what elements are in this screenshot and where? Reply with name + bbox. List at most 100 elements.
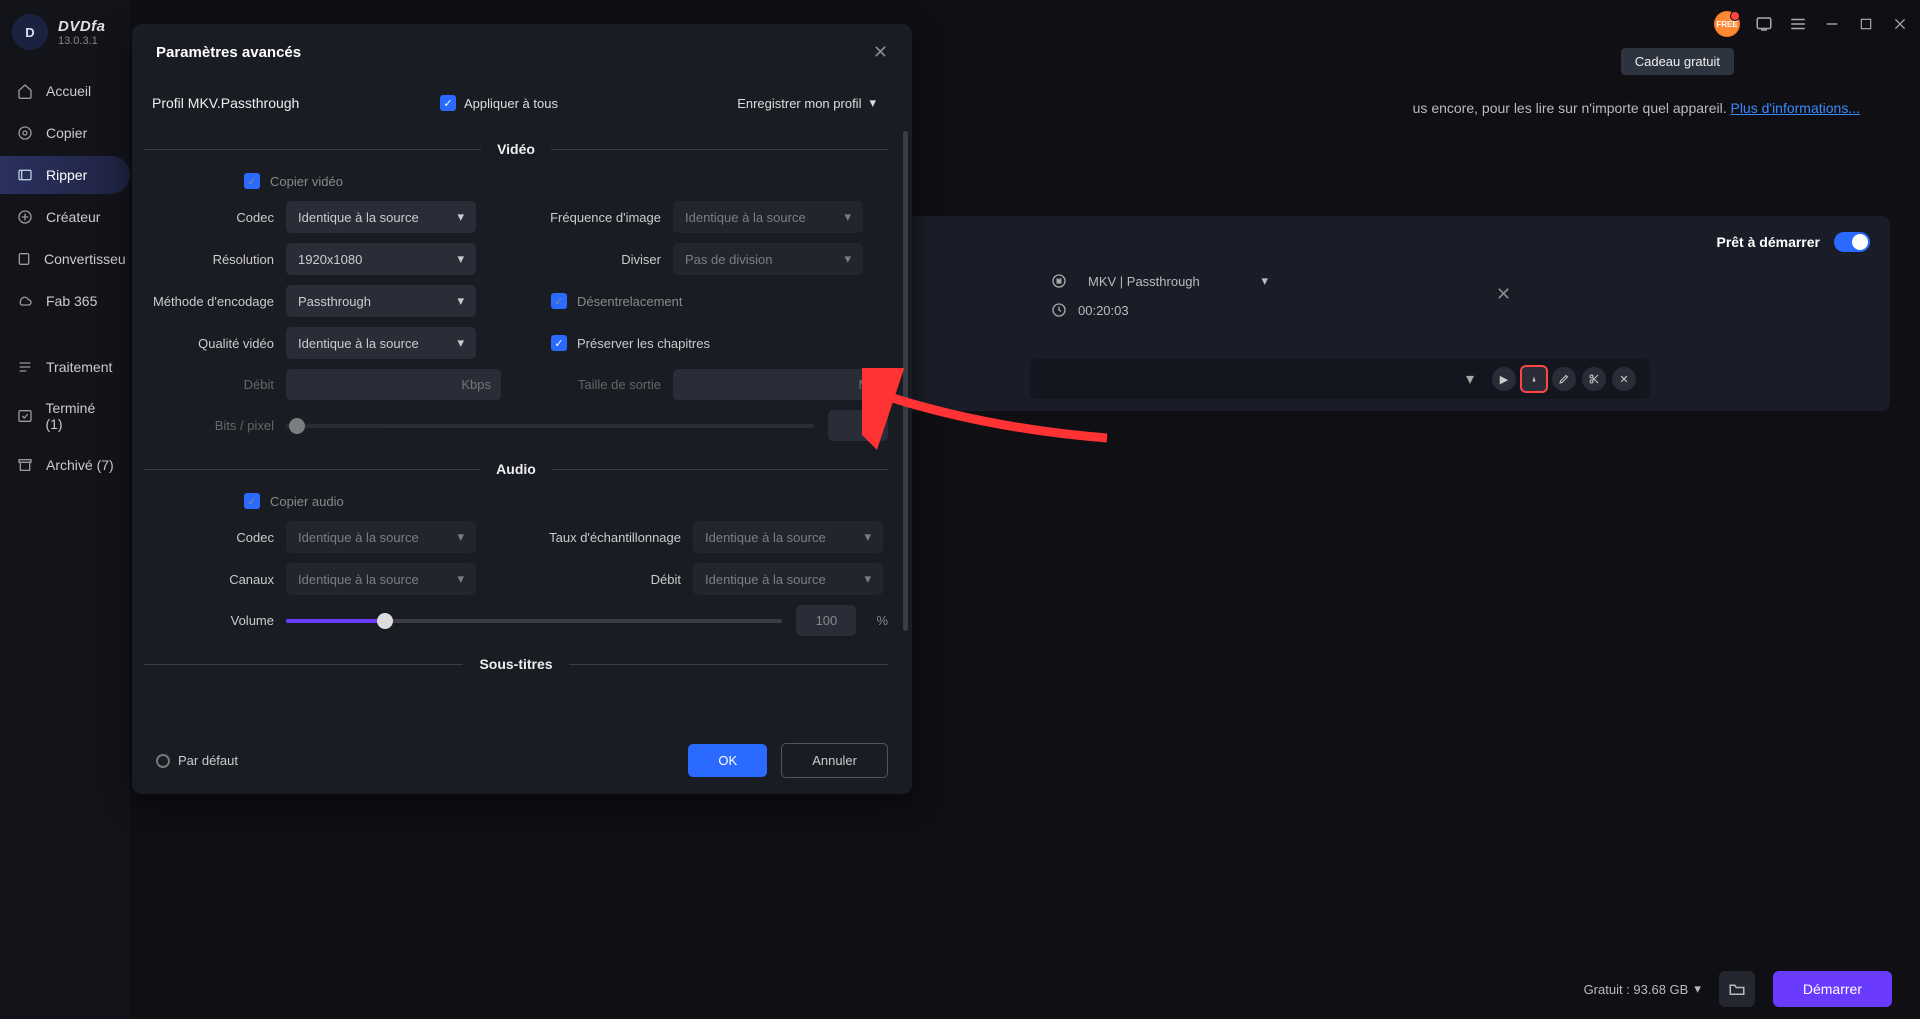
copy-audio-checkbox[interactable]: ✓Copier audio: [244, 493, 888, 509]
framerate-label: Fréquence d'image: [531, 210, 661, 225]
chevron-down-icon: ▾: [864, 571, 871, 587]
nav-label: Traitement: [46, 359, 112, 375]
apply-all-checkbox[interactable]: ✓Appliquer à tous: [440, 95, 590, 111]
volume-label: Volume: [144, 613, 274, 628]
sample-rate-select[interactable]: Identique à la source▾: [693, 521, 883, 553]
edit-icon[interactable]: [1552, 367, 1576, 391]
close-icon[interactable]: [1890, 14, 1910, 34]
maximize-icon[interactable]: [1856, 14, 1876, 34]
bits-pixel-slider[interactable]: [286, 424, 814, 428]
menu-icon[interactable]: [1788, 14, 1808, 34]
volume-value: [796, 605, 856, 636]
checkbox-checked-icon: ✓: [551, 335, 567, 351]
volume-unit: %: [876, 613, 888, 628]
modal-close-icon[interactable]: ✕: [873, 42, 888, 63]
chevron-down-icon: ▾: [844, 251, 851, 267]
advanced-settings-icon[interactable]: [1522, 367, 1546, 391]
format-select[interactable]: MKV | Passthrough▾: [1078, 269, 1278, 293]
nav-label: Accueil: [46, 83, 91, 99]
default-radio[interactable]: Par défaut: [156, 753, 238, 768]
chevron-down-icon: ▾: [1694, 981, 1701, 997]
more-info-link[interactable]: Plus d'informations...: [1730, 100, 1860, 116]
video-codec-select[interactable]: Identique à la source▾: [286, 201, 476, 233]
preserve-chapters-checkbox[interactable]: ✓Préserver les chapitres: [551, 335, 710, 351]
delete-icon[interactable]: ✕: [1612, 367, 1636, 391]
audio-codec-select[interactable]: Identique à la source▾: [286, 521, 476, 553]
video-quality-label: Qualité vidéo: [144, 336, 274, 351]
video-quality-select[interactable]: Identique à la source▾: [286, 327, 476, 359]
archive-icon: [16, 456, 34, 474]
free-gift-icon[interactable]: FREE: [1714, 11, 1740, 37]
resolution-select[interactable]: 1920x1080▾: [286, 243, 476, 275]
advanced-settings-modal: Paramètres avancés ✕ Profil MKV.Passthro…: [132, 24, 912, 794]
audio-bitrate-label: Débit: [531, 572, 681, 587]
nav-label: Convertisseu: [44, 251, 126, 267]
bitrate-label: Débit: [144, 377, 274, 392]
sample-rate-label: Taux d'échantillonnage: [531, 530, 681, 545]
chevron-down-icon: ▾: [457, 529, 464, 545]
audio-bitrate-select[interactable]: Identique à la source▾: [693, 563, 883, 595]
chevron-down-icon: ▾: [457, 335, 464, 351]
chevron-down-icon: ▾: [457, 209, 464, 225]
section-audio: Audio: [496, 461, 536, 477]
bottombar: Gratuit : 93.68 GB▾ Démarrer: [130, 959, 1920, 1019]
disk-free-select[interactable]: Gratuit : 93.68 GB▾: [1584, 981, 1701, 997]
chevron-down-icon: ▾: [844, 209, 851, 225]
converter-icon: [16, 250, 32, 268]
framerate-select[interactable]: Identique à la source▾: [673, 201, 863, 233]
clock-icon: [1050, 301, 1068, 319]
resolution-label: Résolution: [144, 252, 274, 267]
sidebar-item-converter[interactable]: Convertisseu: [0, 240, 130, 278]
nav-label: Copier: [46, 125, 87, 141]
checkbox-checked-icon: ✓: [244, 493, 260, 509]
cancel-button[interactable]: Annuler: [781, 743, 888, 778]
start-button[interactable]: Démarrer: [1773, 971, 1892, 1007]
volume-slider[interactable]: [286, 619, 782, 623]
chevron-down-icon: ▾: [457, 293, 464, 309]
sidebar-item-home[interactable]: Accueil: [0, 72, 130, 110]
sidebar-item-processing[interactable]: Traitement: [0, 348, 130, 386]
remove-item-icon[interactable]: ✕: [1496, 284, 1511, 305]
help-icon[interactable]: [1754, 14, 1774, 34]
output-folder-button[interactable]: [1719, 971, 1755, 1007]
scrollbar[interactable]: [903, 131, 908, 631]
crop-icon[interactable]: [1582, 367, 1606, 391]
sidebar-item-done[interactable]: Terminé (1): [0, 390, 130, 442]
split-label: Diviser: [531, 252, 661, 267]
deinterlace-checkbox[interactable]: ✓Désentrelacement: [551, 293, 683, 309]
output-size-input: [673, 369, 888, 400]
expand-icon[interactable]: ▾: [1466, 369, 1474, 389]
ready-toggle[interactable]: [1834, 232, 1870, 252]
codec-label: Codec: [144, 210, 274, 225]
split-select[interactable]: Pas de division▾: [673, 243, 863, 275]
channels-select[interactable]: Identique à la source▾: [286, 563, 476, 595]
nav-label: Terminé (1): [45, 400, 114, 432]
sidebar-item-archived[interactable]: Archivé (7): [0, 446, 130, 484]
format-icon: M: [1050, 272, 1068, 290]
profile-label: Profil MKV.Passthrough: [144, 95, 424, 111]
ok-button[interactable]: OK: [688, 744, 767, 777]
gift-tooltip: Cadeau gratuit: [1621, 48, 1734, 75]
nav-label: Créateur: [46, 209, 100, 225]
encode-method-label: Méthode d'encodage: [144, 294, 274, 309]
copy-icon: [16, 124, 34, 142]
svg-text:M: M: [1057, 279, 1061, 285]
minimize-icon[interactable]: [1822, 14, 1842, 34]
sidebar-item-creator[interactable]: Créateur: [0, 198, 130, 236]
nav-label: Fab 365: [46, 293, 97, 309]
bits-pixel-value: [828, 410, 888, 441]
sidebar-item-ripper[interactable]: Ripper: [0, 156, 130, 194]
sidebar-item-copy[interactable]: Copier: [0, 114, 130, 152]
sidebar-item-fab365[interactable]: Fab 365: [0, 282, 130, 320]
bits-pixel-label: Bits / pixel: [144, 418, 274, 433]
copy-video-checkbox[interactable]: ✓Copier vidéo: [244, 173, 888, 189]
modal-title: Paramètres avancés: [156, 44, 301, 61]
save-profile-select[interactable]: Enregistrer mon profil▾: [725, 89, 888, 117]
cloud-icon: [16, 292, 34, 310]
encode-method-select[interactable]: Passthrough▾: [286, 285, 476, 317]
play-icon[interactable]: ▶: [1492, 367, 1516, 391]
item-actions: ▾ ▶ ✕: [1030, 359, 1650, 399]
sidebar: D DVDfa 13.0.3.1 Accueil Copier Ripper C…: [0, 0, 130, 1019]
home-icon: [16, 82, 34, 100]
chevron-down-icon: ▾: [457, 251, 464, 267]
